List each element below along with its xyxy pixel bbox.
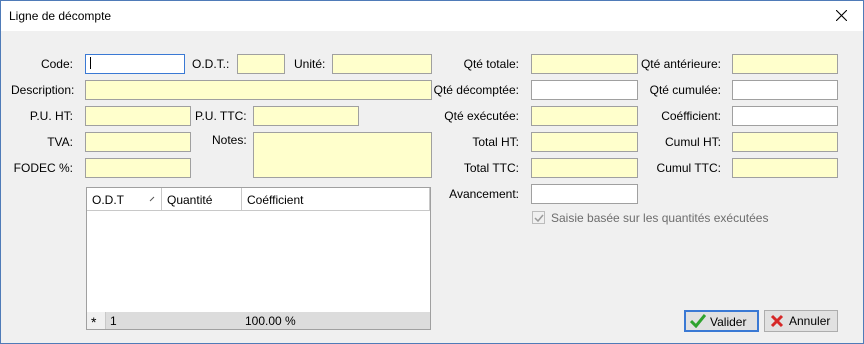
unite-input[interactable] bbox=[332, 54, 432, 74]
qte-totale-label: Qté totale: bbox=[463, 57, 519, 71]
code-input[interactable] bbox=[85, 54, 185, 74]
cumul-ttc-label: Cumul TTC: bbox=[656, 161, 721, 175]
sort-arrow-icon bbox=[149, 196, 155, 202]
total-ht-input[interactable] bbox=[531, 132, 638, 152]
qte-totale-input[interactable] bbox=[531, 54, 638, 74]
dialog-window: Ligne de décompte Code: O.D.T.: Unité: D… bbox=[0, 0, 864, 344]
code-label: Code: bbox=[40, 57, 73, 71]
grid-header-quantite[interactable]: Quantité bbox=[162, 188, 242, 211]
qte-cumulee-input[interactable] bbox=[732, 80, 838, 100]
qte-anterieure-label: Qté antérieure: bbox=[640, 57, 721, 71]
tva-label: TVA: bbox=[47, 135, 73, 149]
grid-header-coefficient[interactable]: Coéfficient bbox=[242, 188, 430, 211]
grid-footer: * 1 100.00 % bbox=[87, 312, 430, 330]
unite-label: Unité: bbox=[294, 57, 326, 71]
odt-input[interactable] bbox=[237, 54, 285, 74]
odt-grid[interactable]: O.D.T Quantité Coéfficient * 1 100.00 % bbox=[86, 187, 431, 330]
notes-label: Notes: bbox=[212, 133, 247, 147]
footer-count: 1 bbox=[110, 314, 117, 328]
cumul-ht-input[interactable] bbox=[732, 132, 838, 152]
close-button[interactable] bbox=[827, 3, 857, 29]
x-icon bbox=[770, 314, 784, 328]
close-icon bbox=[836, 10, 847, 21]
cumul-ht-label: Cumul HT: bbox=[664, 135, 721, 149]
qte-decomptee-input[interactable] bbox=[531, 80, 638, 100]
avancement-input[interactable] bbox=[531, 184, 638, 204]
qte-executee-label: Qté exécutée: bbox=[444, 109, 519, 123]
checkmark-icon bbox=[534, 214, 544, 223]
qte-cumulee-label: Qté cumulée: bbox=[649, 83, 721, 97]
checkmark-icon bbox=[690, 314, 706, 328]
footer-total: 100.00 % bbox=[245, 314, 296, 328]
fodec-input[interactable] bbox=[85, 158, 191, 178]
grid-header-odt[interactable]: O.D.T bbox=[87, 188, 162, 211]
pu-ht-label: P.U. HT: bbox=[29, 109, 73, 123]
description-input[interactable] bbox=[85, 80, 432, 100]
fodec-label: FODEC %: bbox=[13, 161, 73, 175]
description-label: Description: bbox=[11, 83, 75, 97]
total-ttc-label: Total TTC: bbox=[463, 161, 519, 175]
new-row-asterisk: * bbox=[91, 314, 97, 330]
total-ht-label: Total HT: bbox=[472, 135, 519, 149]
pu-ttc-label: P.U. TTC: bbox=[195, 109, 247, 123]
new-row-indicator: * bbox=[87, 312, 106, 330]
odt-label: O.D.T.: bbox=[192, 57, 230, 71]
saisie-checkbox-label: Saisie basée sur les quantités exécutées bbox=[551, 211, 769, 225]
pu-ht-input[interactable] bbox=[85, 106, 191, 126]
valider-button[interactable]: Valider bbox=[684, 310, 759, 332]
avancement-label: Avancement: bbox=[449, 187, 519, 201]
annuler-button[interactable]: Annuler bbox=[764, 310, 838, 332]
tva-input[interactable] bbox=[85, 132, 191, 152]
qte-anterieure-input[interactable] bbox=[732, 54, 838, 74]
annuler-label: Annuler bbox=[789, 314, 831, 328]
saisie-checkbox[interactable] bbox=[532, 211, 545, 224]
pu-ttc-input[interactable] bbox=[253, 106, 359, 126]
qte-executee-input[interactable] bbox=[531, 106, 638, 126]
window-title: Ligne de décompte bbox=[9, 9, 112, 23]
cumul-ttc-input[interactable] bbox=[732, 158, 838, 178]
valider-label: Valider bbox=[710, 315, 747, 329]
coefficient-label: Coéfficient: bbox=[661, 109, 721, 123]
coefficient-input[interactable] bbox=[732, 106, 838, 126]
total-ttc-input[interactable] bbox=[531, 158, 638, 178]
qte-decomptee-label: Qté décomptée: bbox=[433, 83, 519, 97]
notes-input[interactable] bbox=[253, 132, 432, 178]
title-bar: Ligne de décompte bbox=[1, 1, 863, 31]
